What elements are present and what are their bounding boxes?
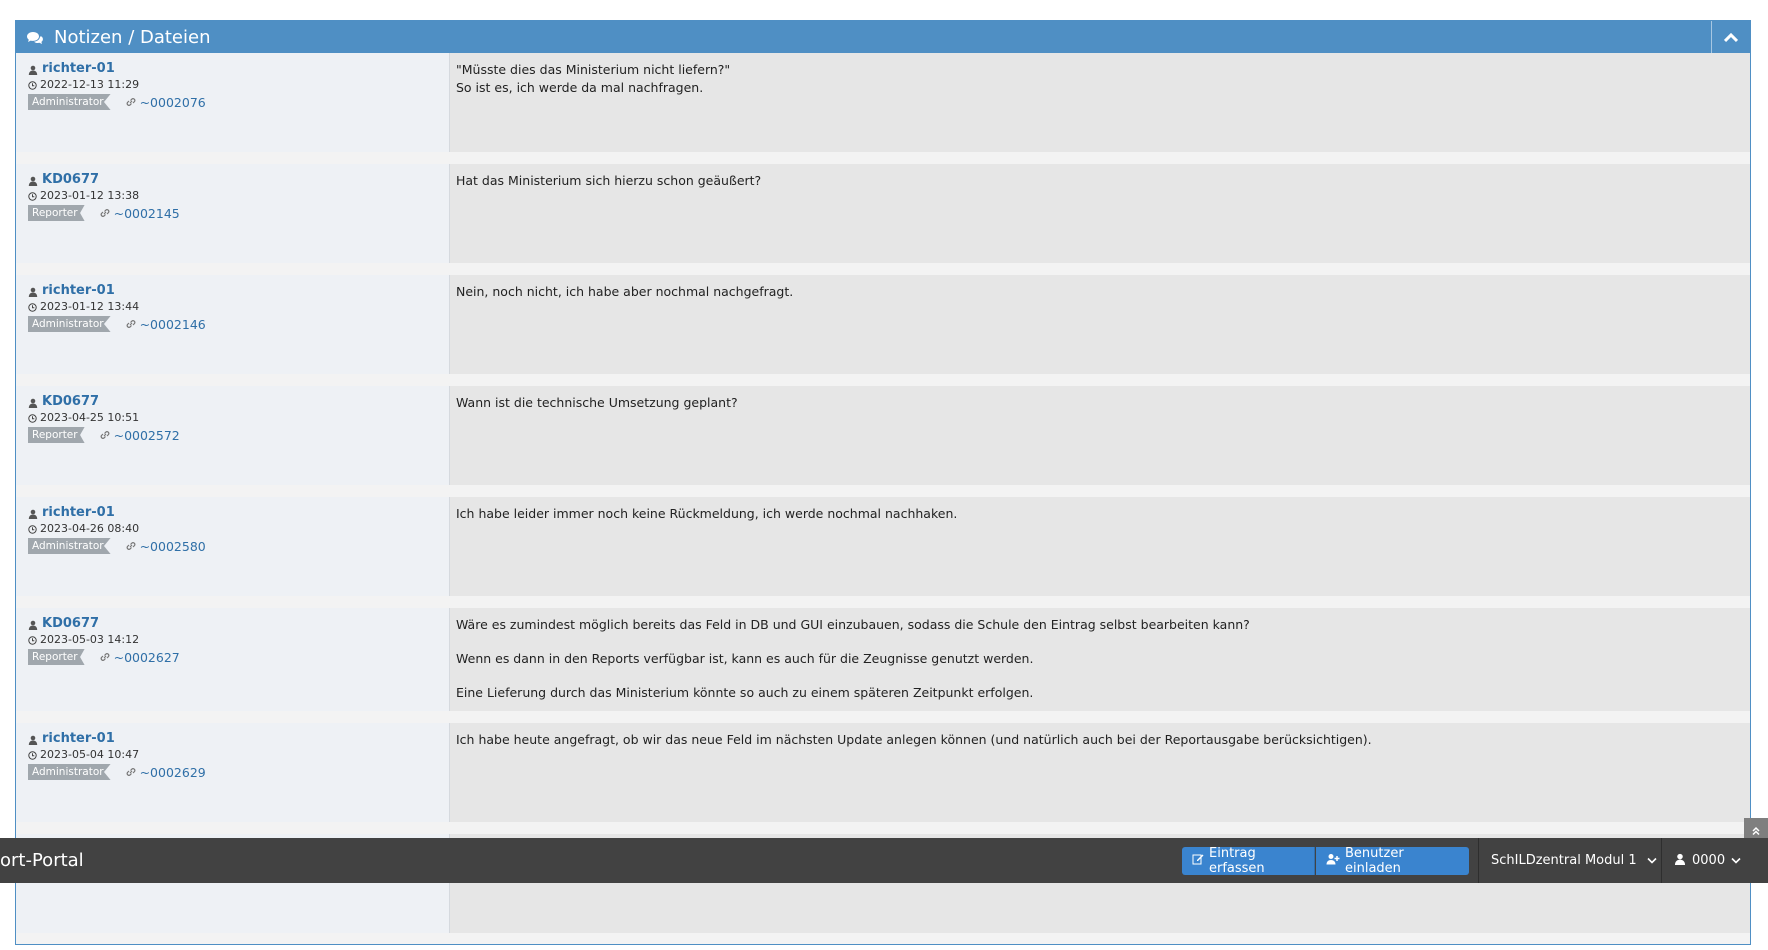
user-menu-label: 0000 bbox=[1692, 853, 1726, 868]
clock-icon bbox=[28, 413, 37, 423]
note-item: KD0677 2023-04-25 10:51 Reporter ~000257… bbox=[16, 386, 1750, 497]
note-text: Wäre es zumindest möglich bereits das Fe… bbox=[450, 608, 1750, 711]
note-text: Hat das Ministerium sich hierzu schon ge… bbox=[450, 164, 1750, 263]
edit-icon bbox=[1192, 853, 1209, 869]
link-icon bbox=[125, 766, 137, 778]
note-item: richter-01 2023-04-26 08:40 Administrato… bbox=[16, 497, 1750, 608]
role-badge: Administrator bbox=[28, 538, 111, 554]
project-select-label: SchILDzentral Modul 1 bbox=[1491, 853, 1637, 868]
clock-icon bbox=[28, 302, 37, 312]
clock-icon bbox=[28, 635, 37, 645]
link-icon bbox=[125, 96, 137, 108]
panel-header: Notizen / Dateien bbox=[16, 21, 1750, 53]
note-meta: richter-01 2023-04-26 08:40 Administrato… bbox=[16, 497, 450, 596]
note-date: 2023-05-04 10:47 bbox=[40, 748, 140, 761]
note-permalink[interactable]: ~0002145 bbox=[114, 206, 180, 221]
note-permalink[interactable]: ~0002580 bbox=[140, 539, 206, 554]
note-date: 2023-01-12 13:38 bbox=[40, 189, 140, 202]
note-permalink[interactable]: ~0002572 bbox=[114, 428, 180, 443]
note-author-link[interactable]: KD0677 bbox=[42, 616, 99, 631]
note-author-link[interactable]: richter-01 bbox=[42, 505, 115, 520]
note-author-link[interactable]: KD0677 bbox=[42, 172, 99, 187]
notes-list: richter-01 2022-12-13 11:29 Administrato… bbox=[16, 53, 1750, 944]
role-badge: Administrator bbox=[28, 94, 111, 110]
link-icon bbox=[125, 540, 137, 552]
link-icon bbox=[99, 207, 111, 219]
user-menu[interactable]: 0000 bbox=[1674, 838, 1741, 883]
notes-panel: Notizen / Dateien richter-01 2022-12-13 … bbox=[15, 20, 1751, 945]
navbar-divider bbox=[1478, 838, 1479, 883]
note-text: Ich habe heute angefragt, ob wir das neu… bbox=[450, 723, 1750, 822]
note-permalink[interactable]: ~0002076 bbox=[140, 95, 206, 110]
note-item: KD0677 2023-05-03 14:12 Reporter ~000262… bbox=[16, 608, 1750, 723]
new-entry-button[interactable]: Eintrag erfassen bbox=[1182, 846, 1315, 876]
user-icon bbox=[28, 734, 38, 745]
user-icon bbox=[28, 619, 38, 630]
note-permalink[interactable]: ~0002629 bbox=[140, 765, 206, 780]
user-icon bbox=[28, 397, 38, 408]
note-author-link[interactable]: richter-01 bbox=[42, 283, 115, 298]
project-select[interactable]: SchILDzentral Modul 1 bbox=[1491, 838, 1657, 883]
role-badge: Administrator bbox=[28, 764, 111, 780]
note-meta: richter-01 2022-12-13 11:29 Administrato… bbox=[16, 53, 450, 152]
note-author-link[interactable]: KD0677 bbox=[42, 394, 99, 409]
user-icon bbox=[28, 286, 38, 297]
collapse-button[interactable] bbox=[1711, 21, 1750, 53]
double-chevron-up-icon bbox=[1751, 821, 1761, 840]
clock-icon bbox=[28, 80, 37, 90]
role-badge: Administrator bbox=[28, 316, 111, 332]
note-item: richter-01 2023-01-12 13:44 Administrato… bbox=[16, 275, 1750, 386]
clock-icon bbox=[28, 750, 37, 760]
user-plus-icon bbox=[1326, 853, 1345, 869]
note-item: richter-01 2023-05-04 10:47 Administrato… bbox=[16, 723, 1750, 834]
note-permalink[interactable]: ~0002146 bbox=[140, 317, 206, 332]
note-meta: richter-01 2023-01-12 13:44 Administrato… bbox=[16, 275, 450, 374]
user-icon bbox=[1674, 853, 1686, 869]
link-icon bbox=[99, 651, 111, 663]
chevron-up-icon bbox=[1723, 28, 1739, 47]
note-item: richter-01 2022-12-13 11:29 Administrato… bbox=[16, 53, 1750, 164]
note-text: Wann ist die technische Umsetzung geplan… bbox=[450, 386, 1750, 485]
navbar-divider bbox=[1661, 838, 1662, 883]
note-author-link[interactable]: richter-01 bbox=[42, 61, 115, 76]
brand-title[interactable]: ort-Portal bbox=[0, 850, 84, 871]
role-badge: Reporter bbox=[28, 205, 85, 221]
note-date: 2023-04-25 10:51 bbox=[40, 411, 140, 424]
note-date: 2022-12-13 11:29 bbox=[40, 78, 140, 91]
chevron-down-icon bbox=[1731, 853, 1741, 868]
panel-title: Notizen / Dateien bbox=[54, 26, 211, 48]
note-date: 2023-01-12 13:44 bbox=[40, 300, 140, 313]
link-icon bbox=[99, 429, 111, 441]
comments-icon bbox=[26, 30, 44, 44]
user-icon bbox=[28, 64, 38, 75]
clock-icon bbox=[28, 191, 37, 201]
note-text: Nein, noch nicht, ich habe aber nochmal … bbox=[450, 275, 1750, 374]
note-meta: richter-01 2023-05-04 10:47 Administrato… bbox=[16, 723, 450, 822]
note-meta: KD0677 2023-05-03 14:12 Reporter ~000262… bbox=[16, 608, 450, 711]
note-text: Ich habe leider immer noch keine Rückmel… bbox=[450, 497, 1750, 596]
note-author-link[interactable]: richter-01 bbox=[42, 731, 115, 746]
new-entry-label: Eintrag erfassen bbox=[1209, 846, 1265, 876]
bottom-navbar: ort-Portal Eintrag erfassen Benutzer ein… bbox=[0, 838, 1768, 883]
role-badge: Reporter bbox=[28, 427, 85, 443]
note-meta: KD0677 2023-04-25 10:51 Reporter ~000257… bbox=[16, 386, 450, 485]
note-item: KD0677 2023-01-12 13:38 Reporter ~000214… bbox=[16, 164, 1750, 275]
chevron-down-icon bbox=[1647, 853, 1657, 868]
note-text: "Müsste dies das Ministerium nicht liefe… bbox=[450, 53, 1750, 152]
note-date: 2023-05-03 14:12 bbox=[40, 633, 140, 646]
role-badge: Reporter bbox=[28, 649, 85, 665]
note-meta: KD0677 2023-01-12 13:38 Reporter ~000214… bbox=[16, 164, 450, 263]
user-icon bbox=[28, 508, 38, 519]
link-icon bbox=[125, 318, 137, 330]
invite-user-label: Benutzer einladen bbox=[1345, 846, 1404, 876]
invite-user-button[interactable]: Benutzer einladen bbox=[1316, 846, 1469, 876]
user-icon bbox=[28, 175, 38, 186]
clock-icon bbox=[28, 524, 37, 534]
note-permalink[interactable]: ~0002627 bbox=[114, 650, 180, 665]
note-date: 2023-04-26 08:40 bbox=[40, 522, 140, 535]
